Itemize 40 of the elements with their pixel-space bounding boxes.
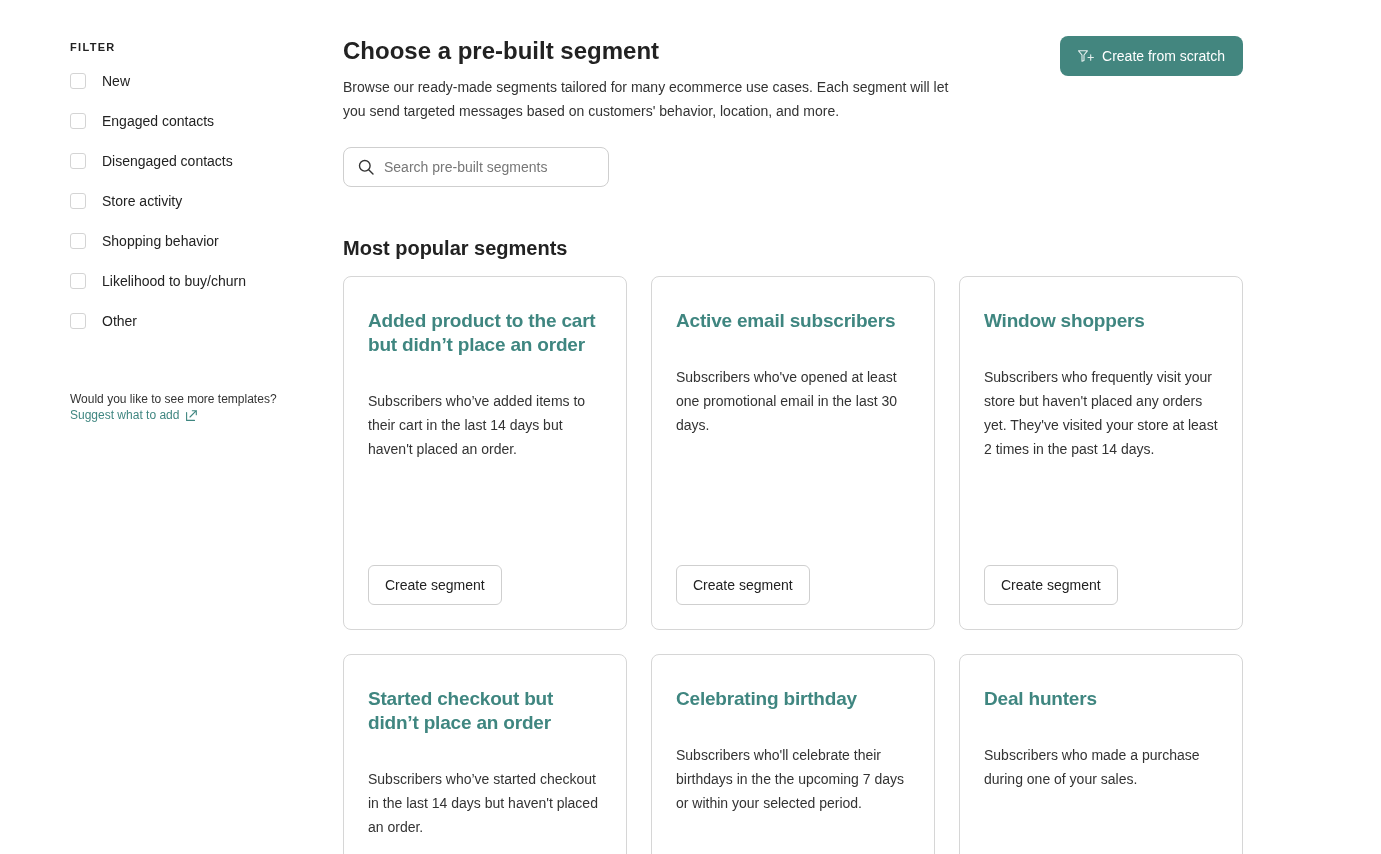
segment-title: Deal hunters	[984, 687, 1098, 711]
suggest-link[interactable]: Suggest what to add	[70, 407, 198, 423]
segment-description: Subscribers who’ve added items to their cart in the last 14 days but haven't placed an order.	[368, 392, 587, 459]
segment-description: Subscribers who've opened at least one promotional email in the last 30 days.	[676, 368, 899, 435]
filter-checkbox[interactable]	[70, 113, 86, 129]
segment-description: Subscribers who made a purchase during one of your sales.	[984, 746, 1201, 789]
filter-checkbox[interactable]	[70, 233, 86, 249]
filter-label: New	[102, 71, 130, 91]
create-segment-button[interactable]: Create segment	[368, 565, 502, 605]
filter-checkbox[interactable]	[70, 193, 86, 209]
create-from-scratch-button[interactable]: Create from scratch	[1060, 36, 1243, 76]
filter-label: Store activity	[102, 191, 183, 211]
filter-label: Likelihood to buy/churn	[102, 271, 246, 291]
filter-label: Disengaged contacts	[102, 151, 233, 171]
segment-description: Subscribers who’ve started checkout in the last 14 days but haven't placed an order.	[368, 770, 599, 837]
page-title: Choose a pre-built segment	[343, 36, 660, 66]
filter-checkbox[interactable]	[70, 153, 86, 169]
page-description: Browse our ready-made segments tailored for many ecommerce use cases. Each segment will let you send targeted messages based on customers' behavior, location, and more.	[343, 78, 950, 121]
segment-description: Subscribers who'll celebrate their birthdays in the the upcoming 7 days or within your selected period.	[676, 746, 906, 813]
segment-title: Started checkout but didn’t place an order	[368, 687, 555, 735]
filter-label: Shopping behavior	[102, 231, 219, 251]
segment-title: Active email subscribers	[676, 309, 897, 333]
segment-title: Window shoppers	[984, 309, 1146, 333]
segment-description: Subscribers who frequently visit your store but haven't placed any orders yet. They've visited your store at least 2 times in the past 14 days.	[984, 368, 1218, 459]
search-icon	[358, 159, 374, 175]
filter-heading: FILTER	[70, 40, 116, 54]
segment-title: Celebrating birthday	[676, 687, 858, 711]
filter-plus-icon	[1078, 50, 1095, 62]
templates-prompt: Would you like to see more templates?	[70, 391, 277, 407]
filter-label: Other	[102, 311, 137, 331]
filter-checkbox[interactable]	[70, 273, 86, 289]
create-segment-button[interactable]: Create segment	[984, 565, 1118, 605]
filter-checkbox[interactable]	[70, 73, 86, 89]
filter-checkbox[interactable]	[70, 313, 86, 329]
filter-label: Engaged contacts	[102, 111, 215, 131]
search-field[interactable]: Search pre-built segments	[343, 147, 609, 187]
segment-title: Added product to the cart but didn’t place an order	[368, 309, 597, 357]
create-segment-button[interactable]: Create segment	[676, 565, 810, 605]
external-link-icon	[186, 409, 198, 421]
section-title: Most popular segments	[343, 236, 568, 261]
